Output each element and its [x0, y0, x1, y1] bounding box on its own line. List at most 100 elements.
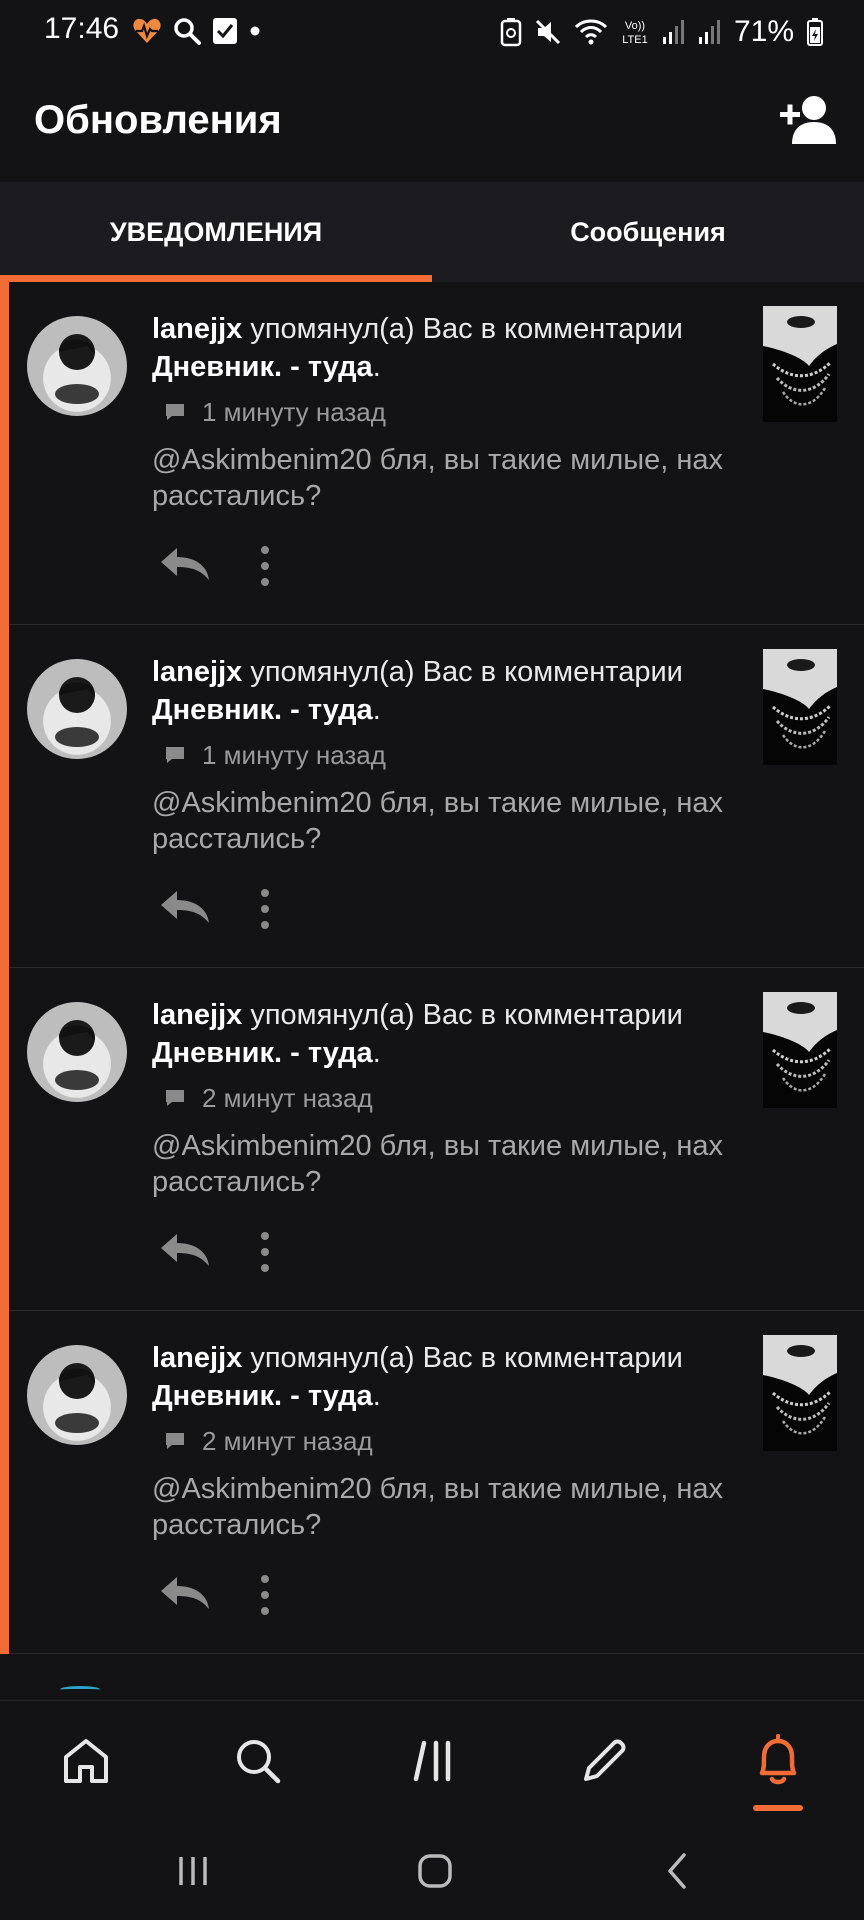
tab-label: УВЕДОМЛЕНИЯ — [109, 216, 323, 247]
page-title: Обновления — [34, 98, 282, 142]
signal-icon — [662, 20, 684, 44]
more-options-button[interactable] — [253, 1230, 277, 1274]
recents-icon — [179, 1857, 207, 1885]
avatar[interactable] — [27, 659, 127, 759]
notification-action-text: упомянул(а) Вас в комментарии — [242, 313, 683, 345]
username-link[interactable]: lanejjx — [152, 313, 242, 345]
nav-notifications[interactable] — [742, 1725, 814, 1797]
tab-label: Сообщения — [570, 216, 726, 247]
feed-icon — [413, 1740, 451, 1782]
notification-action-text: упомянул(а) Вас в комментарии — [242, 656, 683, 688]
svg-text:LTE1: LTE1 — [622, 34, 647, 46]
home-circle-icon — [418, 1854, 452, 1888]
more-vertical-icon — [261, 889, 269, 929]
comment-text: @Askimbenim20 бля, вы такие милые, нах р… — [152, 1473, 723, 1541]
reply-button[interactable] — [157, 887, 213, 927]
notification-meta: 1 минуту назад — [164, 394, 386, 430]
username-link[interactable]: lanejjx — [152, 1342, 242, 1374]
post-title-link[interactable]: Дневник. - туда — [152, 1037, 373, 1069]
add-user-button[interactable] — [778, 94, 838, 146]
active-nav-indicator — [753, 1805, 803, 1811]
more-options-button[interactable] — [253, 1573, 277, 1617]
more-options-button[interactable] — [253, 887, 277, 931]
reply-button[interactable] — [157, 544, 213, 584]
bell-icon — [759, 1734, 797, 1785]
tab-bar: УВЕДОМЛЕНИЯ Сообщения — [0, 182, 864, 282]
notification-action-text: упомянул(а) Вас в комментарии — [242, 999, 683, 1031]
notification-item[interactable]: lanejjx упомянул(а) Вас в комментарии Дн… — [9, 282, 864, 625]
nav-feed[interactable] — [398, 1725, 470, 1797]
wifi-icon — [574, 19, 608, 45]
username-link[interactable]: lanejjx — [152, 656, 242, 688]
post-title-link[interactable]: Дневник. - туда — [152, 694, 373, 726]
nav-search[interactable] — [222, 1725, 294, 1797]
tab-messages[interactable]: Сообщения — [432, 182, 864, 282]
dot-icon — [250, 26, 260, 36]
avatar[interactable] — [27, 1002, 127, 1102]
post-title-link[interactable]: Дневник. - туда — [152, 351, 373, 383]
notification-list[interactable]: lanejjx упомянул(а) Вас в комментарии Дн… — [0, 282, 864, 1654]
reply-button[interactable] — [157, 1230, 213, 1270]
search-icon — [174, 18, 201, 45]
home-button[interactable] — [405, 1846, 465, 1896]
notification-time: 1 минуту назад — [202, 739, 386, 770]
battery-icon — [807, 18, 823, 46]
reply-button[interactable] — [157, 1573, 213, 1613]
mute-icon — [535, 19, 561, 45]
notification-item[interactable]: lanejjx упомянул(а) Вас в комментарии Дн… — [9, 968, 864, 1311]
heart-pulse-icon — [133, 18, 161, 43]
reply-icon — [161, 1577, 209, 1609]
add-user-icon — [780, 96, 836, 144]
notification-headline: lanejjx упомянул(а) Вас в комментарии Дн… — [152, 310, 752, 386]
comment-icon — [166, 1433, 184, 1449]
nav-home[interactable] — [50, 1725, 122, 1797]
comment-text: @Askimbenim20 бля, вы такие милые, нах р… — [152, 444, 723, 512]
pencil-icon — [584, 1739, 626, 1781]
avatar[interactable] — [27, 316, 127, 416]
post-thumbnail[interactable] — [763, 306, 837, 422]
notification-meta: 1 минуту назад — [164, 737, 386, 773]
unread-indicator-bar — [0, 282, 9, 1654]
comment-icon — [166, 747, 184, 763]
status-bar: 17:46 Vo)) LTE1 71% — [0, 0, 864, 64]
headline-end: . — [372, 694, 381, 726]
svg-text:Vo)): Vo)) — [625, 20, 645, 32]
more-options-button[interactable] — [253, 544, 277, 588]
back-button[interactable] — [648, 1846, 708, 1896]
more-vertical-icon — [261, 1575, 269, 1615]
notification-time: 1 минуту назад — [202, 396, 386, 427]
notification-time: 2 минут назад — [202, 1425, 373, 1456]
comment-icon — [166, 1090, 184, 1106]
avatar[interactable] — [27, 1345, 127, 1445]
active-tab-indicator — [0, 275, 432, 282]
comment-icon — [166, 404, 184, 420]
notification-headline: lanejjx упомянул(а) Вас в комментарии Дн… — [152, 1339, 752, 1415]
notification-time: 2 минут назад — [202, 1082, 373, 1113]
username-link[interactable]: lanejjx — [152, 999, 242, 1031]
notification-item[interactable]: lanejjx упомянул(а) Вас в комментарии Дн… — [9, 1311, 864, 1654]
notification-item[interactable]: lanejjx упомянул(а) Вас в комментарии Дн… — [9, 625, 864, 968]
nav-create-post[interactable] — [568, 1725, 640, 1797]
home-icon — [64, 1739, 108, 1783]
headline-end: . — [372, 1380, 381, 1412]
post-thumbnail[interactable] — [763, 649, 837, 765]
notification-headline: lanejjx упомянул(а) Вас в комментарии Дн… — [152, 653, 752, 729]
tab-notifications[interactable]: УВЕДОМЛЕНИЯ — [0, 182, 432, 282]
headline-end: . — [372, 351, 381, 383]
reply-icon — [161, 891, 209, 923]
post-title-link[interactable]: Дневник. - туда — [152, 1380, 373, 1412]
bottom-navigation — [0, 1700, 864, 1821]
notification-meta: 2 минут назад — [164, 1423, 373, 1459]
system-navigation-bar — [0, 1820, 864, 1920]
recents-button[interactable] — [163, 1846, 223, 1896]
status-time: 17:46 — [44, 12, 120, 45]
next-item-peek — [60, 1686, 100, 1693]
more-vertical-icon — [261, 546, 269, 586]
signal-icon — [698, 20, 720, 44]
comment-text: @Askimbenim20 бля, вы такие милые, нах р… — [152, 1130, 723, 1198]
post-thumbnail[interactable] — [763, 992, 837, 1108]
search-icon — [237, 1740, 281, 1784]
post-thumbnail[interactable] — [763, 1335, 837, 1451]
battery-saver-icon — [500, 18, 522, 47]
reply-icon — [161, 548, 209, 580]
